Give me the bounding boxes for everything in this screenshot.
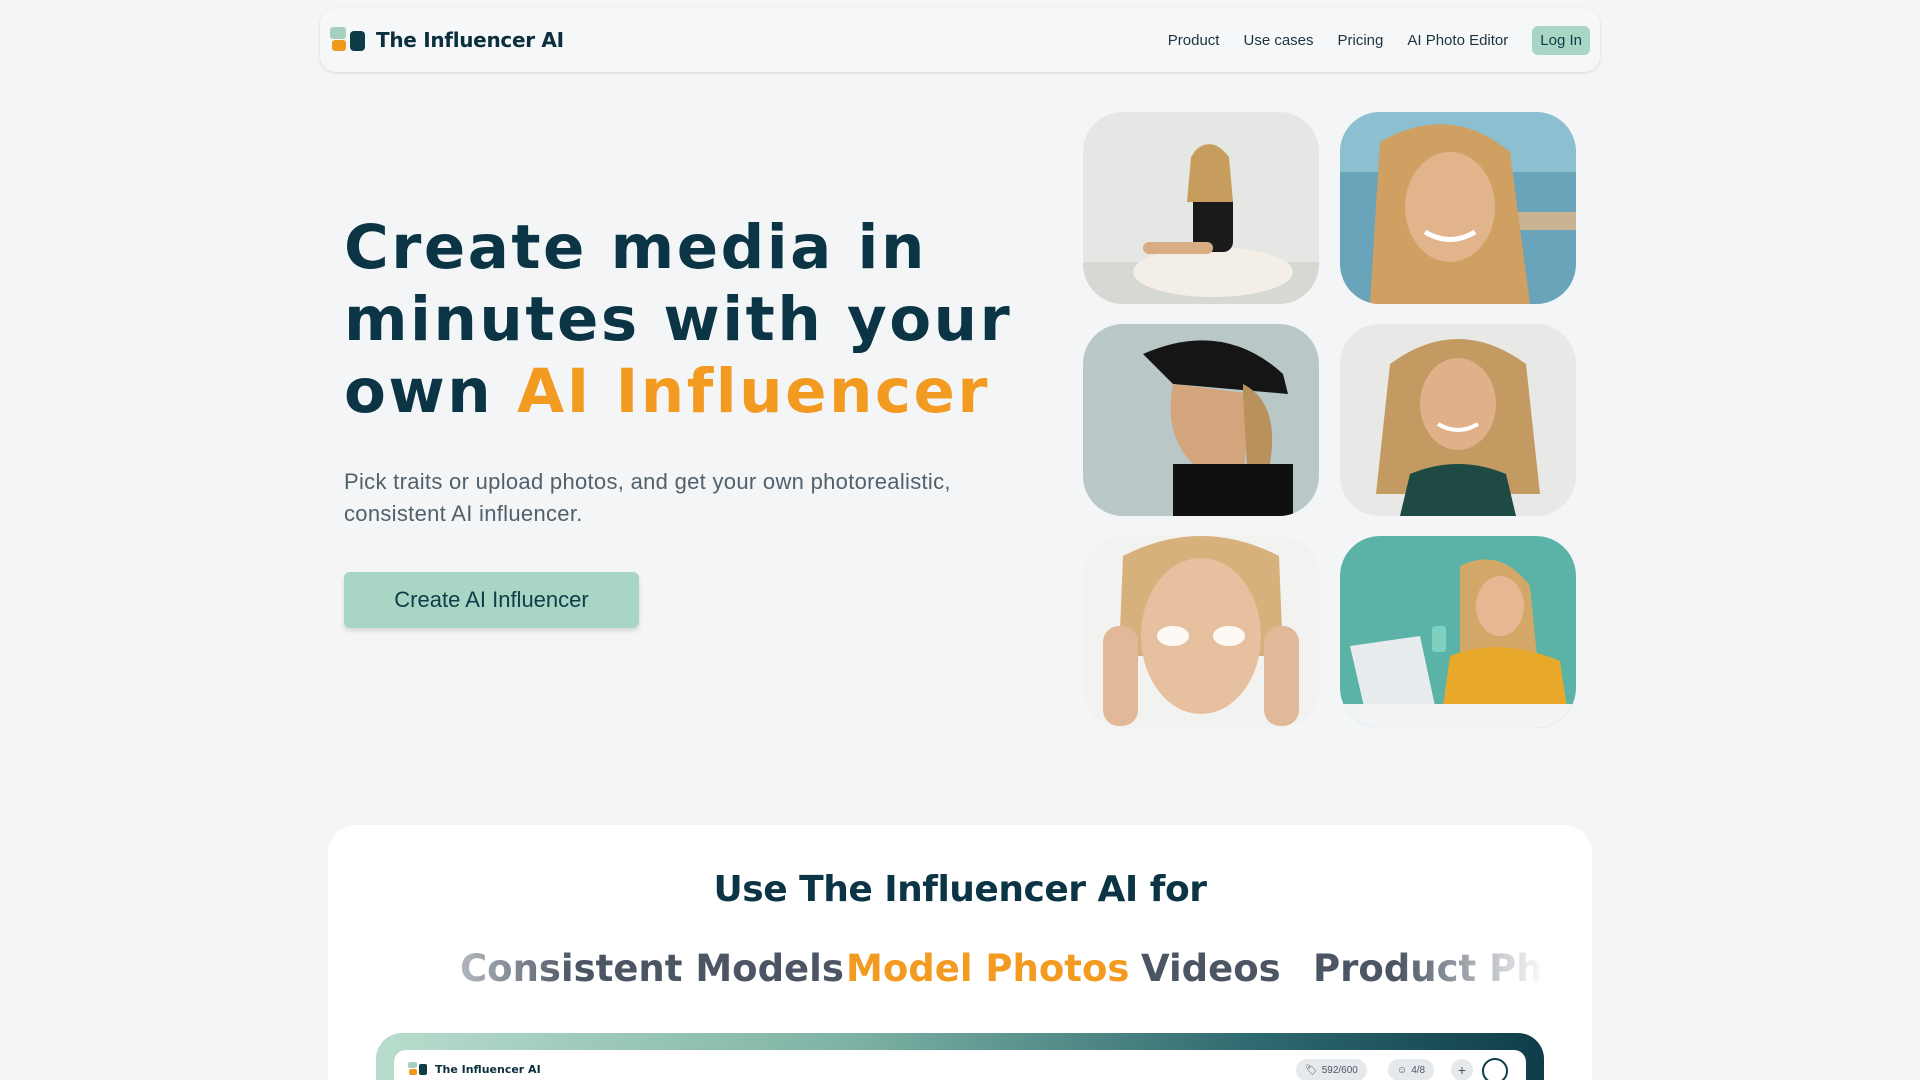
hero-title: Create media in minutes with your own AI… [344, 212, 1044, 428]
tag-icon: 🏷 [1305, 1064, 1318, 1076]
top-navbar: The Influencer AI Product Use cases Pric… [320, 8, 1600, 72]
photo-phone-laptop-icon [1340, 536, 1576, 728]
photo-smiling-tank-top-icon [1340, 324, 1576, 516]
use-cases-title: Use The Influencer AI for [713, 869, 1207, 910]
nav-link-product[interactable]: Product [1168, 32, 1220, 49]
use-case-model-photos[interactable]: Model Photos [846, 947, 1129, 990]
app-preview-frame: The Influencer AI 🏷 592/600 ☺ 4/8 + [376, 1033, 1544, 1080]
nav-link-ai-photo-editor[interactable]: AI Photo Editor [1407, 32, 1508, 49]
preview-models-pill: ☺ 4/8 [1388, 1059, 1435, 1080]
brand-logo-icon [330, 27, 366, 53]
create-ai-influencer-button[interactable]: Create AI Influencer [344, 572, 639, 628]
nav-links: Product Use cases Pricing AI Photo Edito… [1168, 25, 1590, 55]
photo-smiling-sea-icon [1340, 112, 1576, 304]
hero-subtitle: Pick traits or upload photos, and get yo… [344, 469, 951, 526]
preview-models-value: 4/8 [1411, 1064, 1426, 1076]
nav-link-pricing[interactable]: Pricing [1338, 32, 1384, 49]
nav-link-use-cases[interactable]: Use cases [1243, 32, 1313, 49]
photo-eye-patches-icon [1083, 536, 1319, 728]
models-icon: ☺ [1397, 1064, 1408, 1076]
use-cases-marquee: Consistent Models Model Photos Videos Pr… [376, 945, 1546, 999]
brand-home-link[interactable]: The Influencer AI [330, 27, 564, 53]
photo-profile-cap-icon [1083, 324, 1319, 516]
marquee-fade-left [376, 945, 576, 999]
preview-avatar-icon[interactable] [1482, 1058, 1508, 1080]
app-preview-window: The Influencer AI 🏷 592/600 ☺ 4/8 + [394, 1050, 1526, 1080]
photo-sitting-ballet-icon [1083, 112, 1319, 304]
brand-name: The Influencer AI [376, 28, 564, 52]
preview-credits-value: 592/600 [1321, 1064, 1358, 1076]
preview-credits-pill: 🏷 592/600 [1296, 1059, 1367, 1080]
use-case-videos[interactable]: Videos [1141, 947, 1281, 990]
preview-brand: The Influencer AI [408, 1062, 541, 1076]
preview-brand-name: The Influencer AI [435, 1062, 541, 1076]
login-button[interactable]: Log In [1532, 25, 1590, 55]
hero-title-accent: AI Influencer [516, 356, 990, 427]
preview-add-button[interactable]: + [1451, 1059, 1473, 1080]
marquee-fade-right [1396, 945, 1546, 999]
preview-logo-icon [408, 1062, 430, 1076]
